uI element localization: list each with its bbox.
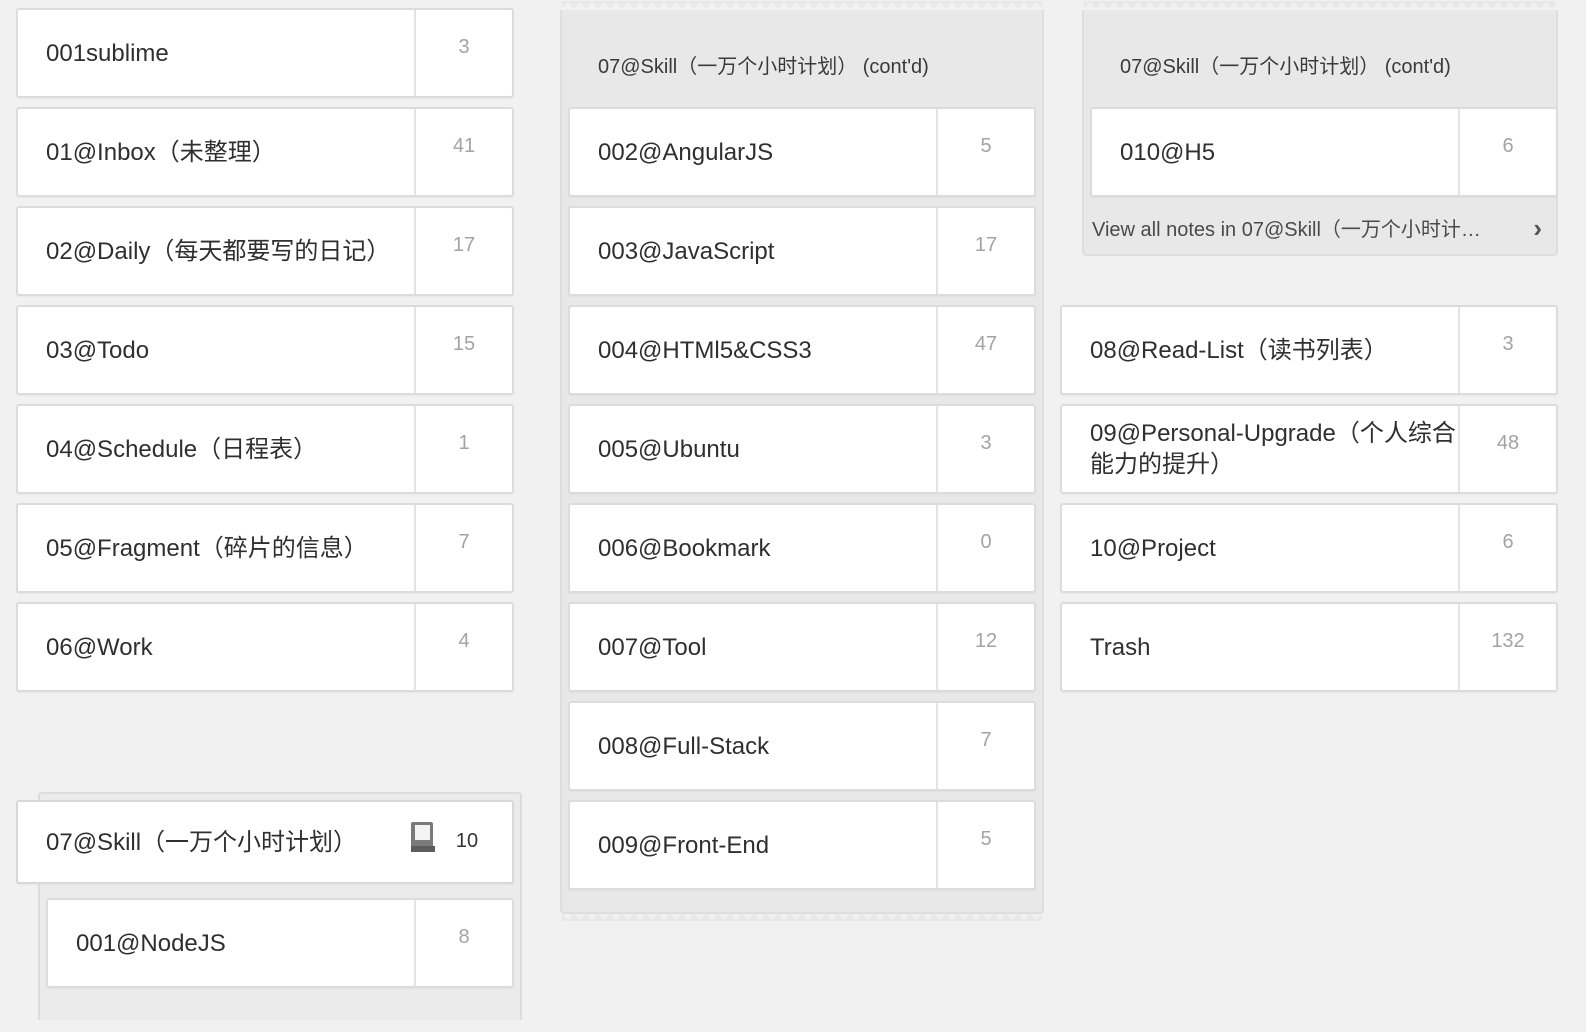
notebook-name: 02@Daily（每天都要写的日记） <box>46 237 391 265</box>
note-count: 0 <box>980 531 992 553</box>
notebook-tile[interactable]: 002@AngularJS 5 <box>568 107 1036 197</box>
notebook-name: 10@Project <box>1090 534 1216 562</box>
notebook-tile[interactable]: 007@Tool 12 <box>568 602 1036 692</box>
note-count: 5 <box>980 828 992 850</box>
notebook-name: 03@Todo <box>46 336 150 364</box>
notebook-tile[interactable]: 03@Todo 15 <box>16 305 514 395</box>
notebook-tile[interactable]: 10@Project 6 <box>1060 503 1558 593</box>
note-count: 6 <box>1502 135 1514 157</box>
note-count: 6 <box>1502 531 1514 553</box>
note-count: 15 <box>452 333 476 355</box>
note-count: 3 <box>458 36 470 58</box>
stack-count: 10 <box>455 830 479 852</box>
notebook-name: 08@Read-List（读书列表） <box>1090 336 1388 364</box>
notebook-name: 006@Bookmark <box>598 534 771 562</box>
notebook-name: 009@Front-End <box>598 831 770 859</box>
notebook-tile[interactable]: 001@NodeJS 8 <box>46 898 514 988</box>
view-all-notes-link[interactable]: View all notes in 07@Skill（一万个小时计… <box>1092 213 1532 242</box>
notebook-tile[interactable]: 006@Bookmark 0 <box>568 503 1036 593</box>
notebook-name: 01@Inbox（未整理） <box>46 138 276 166</box>
notebook-name: 010@H5 <box>1120 138 1216 166</box>
notebook-tile[interactable]: 005@Ubuntu 3 <box>568 404 1036 494</box>
notebook-tile[interactable]: 02@Daily（每天都要写的日记） 17 <box>16 206 514 296</box>
stack-title: 07@Skill（一万个小时计划） (cont'd) <box>1120 56 1451 78</box>
notebook-tile[interactable]: 09@Personal-Upgrade（个人综合能力的提升） 48 <box>1060 404 1558 494</box>
notebook-tile[interactable]: 004@HTMl5&CSS3 47 <box>568 305 1036 395</box>
notebook-tile[interactable]: 08@Read-List（读书列表） 3 <box>1060 305 1558 395</box>
note-count: 8 <box>458 926 470 948</box>
notebook-name: 04@Schedule（日程表） <box>46 435 318 463</box>
note-count: 3 <box>1502 333 1514 355</box>
notebook-name: 003@JavaScript <box>598 237 775 265</box>
note-count: 12 <box>974 630 998 652</box>
stack-edge <box>562 911 1042 921</box>
notebook-tile[interactable]: 009@Front-End 5 <box>568 800 1036 890</box>
notebook-name: 008@Full-Stack <box>598 732 770 760</box>
notebook-tile[interactable]: 003@JavaScript 17 <box>568 206 1036 296</box>
notebook-name: 002@AngularJS <box>598 138 774 166</box>
stack-title: 07@Skill（一万个小时计划） (cont'd) <box>598 56 929 78</box>
stack-edge <box>562 1 1042 11</box>
notebook-name: 001sublime <box>46 39 169 67</box>
notebook-tile[interactable]: 010@H5 6 <box>1090 107 1558 197</box>
note-count: 47 <box>974 333 998 355</box>
note-count: 3 <box>980 432 992 454</box>
notebook-tile[interactable]: Trash 132 <box>1060 602 1558 692</box>
note-count: 7 <box>458 531 470 553</box>
stack-header[interactable]: 07@Skill（一万个小时计划） 10 <box>16 800 514 884</box>
note-count: 4 <box>458 630 470 652</box>
notebook-name: 004@HTMl5&CSS3 <box>598 336 812 364</box>
notebook-name: 007@Tool <box>598 633 707 661</box>
notebook-name: 09@Personal-Upgrade（个人综合能力的提升） <box>1090 420 1456 478</box>
notebook-name: 001@NodeJS <box>76 929 226 957</box>
note-count: 5 <box>980 135 992 157</box>
notebook-tile[interactable]: 01@Inbox（未整理） 41 <box>16 107 514 197</box>
notebook-tile[interactable]: 04@Schedule（日程表） 1 <box>16 404 514 494</box>
notebook-tile[interactable]: 001sublime 3 <box>16 8 514 98</box>
note-count: 132 <box>1491 630 1525 652</box>
notebook-tile[interactable]: 008@Full-Stack 7 <box>568 701 1036 791</box>
notebook-tile[interactable]: 06@Work 4 <box>16 602 514 692</box>
chevron-right-icon[interactable]: › <box>1533 213 1542 244</box>
notebook-name: 06@Work <box>46 633 153 661</box>
stack-edge <box>1084 1 1556 11</box>
notebook-name: 05@Fragment（碎片的信息） <box>46 534 368 562</box>
stack-name: 07@Skill（一万个小时计划） <box>46 828 358 856</box>
note-count: 1 <box>458 432 470 454</box>
note-count: 41 <box>452 135 476 157</box>
note-count: 17 <box>974 234 998 256</box>
note-count: 17 <box>452 234 476 256</box>
notebook-name: 005@Ubuntu <box>598 435 740 463</box>
note-count: 48 <box>1496 432 1520 454</box>
notebook-name: Trash <box>1090 633 1151 661</box>
notebook-tile[interactable]: 05@Fragment（碎片的信息） 7 <box>16 503 514 593</box>
note-count: 7 <box>980 729 992 751</box>
